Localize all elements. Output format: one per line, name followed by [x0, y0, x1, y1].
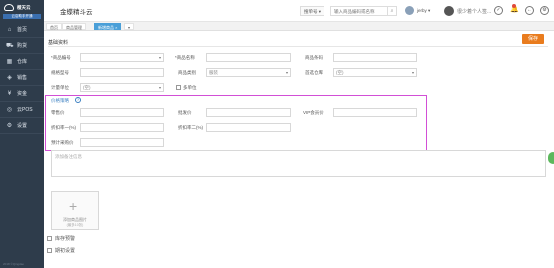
label-spec: 规格型号: [51, 70, 69, 75]
sidebar-item-purchase[interactable]: ⛟ 购货: [0, 38, 44, 54]
search-icon[interactable]: ⌕: [387, 6, 397, 16]
price-strategy-title: 价格策略: [51, 98, 69, 103]
stock-alert-checkbox[interactable]: [47, 236, 52, 241]
label-multi-unit: 多单位: [183, 85, 197, 90]
category-select[interactable]: 服装 ▾: [206, 68, 291, 77]
sidebar-item-warehouse[interactable]: ▦ 仓库: [0, 54, 44, 70]
side-toggle-button[interactable]: [548, 152, 554, 164]
wholesale-price-field[interactable]: [206, 108, 291, 117]
stock-alert-label: 库存预警: [55, 236, 76, 242]
vip-price-field[interactable]: [333, 108, 417, 117]
product-code-field[interactable]: ▾: [80, 53, 164, 62]
plus-icon: +: [69, 198, 78, 214]
top-bar: 金蝶精斗云 搜单号 ▾ ⌕ jerby ▾ 很少着个人签... ✓ 🔔 ← ⚙: [44, 0, 554, 22]
label-retail-price: 零售价: [51, 110, 65, 115]
sidebar-item-settings[interactable]: ⚙ 设置: [0, 118, 44, 134]
activate-assistant-link[interactable]: 云店助手开通: [3, 14, 41, 19]
brand-name: 橙天云: [17, 5, 31, 10]
purchase-price-field[interactable]: [80, 138, 164, 147]
notification-dot: [512, 4, 516, 8]
sidebar-item-label: 资金: [17, 91, 28, 97]
unit-select[interactable]: (空) ▾: [80, 83, 164, 92]
retail-price-field[interactable]: [80, 108, 164, 117]
label-discount-2: 折扣率二(%): [178, 125, 203, 130]
default-warehouse-select[interactable]: (空) ▾: [333, 68, 417, 77]
discount-1-field[interactable]: [80, 123, 164, 132]
sidebar: 橙天云 云店助手开通 ⌂ 首页 ⛟ 购货 ▦ 仓库 ◈ 销售 ¥ 资金 ◎ 云P…: [0, 0, 44, 268]
signature-avatar[interactable]: [444, 6, 454, 16]
tab-home[interactable]: 首页: [46, 23, 62, 30]
tab-product-manage[interactable]: 商品管理: [62, 23, 86, 30]
search-type-select[interactable]: 搜单号 ▾: [300, 6, 325, 16]
label-product-name: *商品名称: [175, 55, 195, 60]
signature-text[interactable]: 很少着个人签...: [457, 8, 491, 15]
add-image-button[interactable]: + 添加商品图片 (最多10张): [51, 191, 99, 230]
label-default-warehouse: 首选仓库: [305, 70, 323, 75]
add-image-hint: (最多10张): [66, 223, 84, 227]
discount-2-field[interactable]: [206, 123, 291, 132]
tab-new-product[interactable]: 新增商品 ×: [94, 23, 122, 30]
tab-more-dropdown[interactable]: ▾: [124, 23, 135, 30]
sidebar-footer: 2018 ©Qingdao: [3, 262, 25, 266]
label-category: 商品类别: [178, 70, 196, 75]
spec-field[interactable]: [80, 68, 164, 77]
pos-icon: ◎: [6, 107, 13, 113]
initial-setup-option[interactable]: 期初设置: [47, 247, 75, 254]
remark-textarea[interactable]: 添加备注信息: [51, 150, 546, 177]
label-purchase-price: 预计采购价: [51, 140, 74, 145]
save-button[interactable]: 保存: [522, 34, 544, 44]
sidebar-item-label: 首页: [17, 27, 28, 33]
sidebar-item-label: 购货: [17, 43, 28, 49]
cloud-logo-icon: [4, 4, 14, 11]
label-barcode: 商品条码: [305, 55, 323, 60]
sales-icon: ◈: [7, 75, 12, 81]
barcode-field[interactable]: [333, 53, 417, 62]
sidebar-item-pos[interactable]: ◎ 云POS: [0, 102, 44, 118]
label-discount-1: 折扣率一(%): [51, 125, 76, 130]
sidebar-item-funds[interactable]: ¥ 资金: [0, 86, 44, 102]
settings-icon: ⚙: [6, 123, 13, 129]
tab-bar: 首页 商品管理 新增商品 × ▾: [44, 22, 554, 31]
logo: 橙天云 云店助手开通: [0, 0, 44, 22]
money-icon: ¥: [7, 90, 12, 97]
warehouse-icon: ▦: [6, 59, 13, 65]
product-name-field[interactable]: [206, 53, 291, 62]
sidebar-item-label: 销售: [17, 75, 28, 81]
label-wholesale-price: 批发价: [178, 110, 192, 115]
divider: [48, 46, 548, 47]
initial-setup-label: 期初设置: [55, 248, 76, 254]
back-icon[interactable]: ←: [525, 6, 534, 15]
sidebar-item-home[interactable]: ⌂ 首页: [0, 22, 44, 38]
app-title: 金蝶精斗云: [60, 9, 93, 16]
label-unit: 计量单位: [51, 85, 69, 90]
cart-icon: ⛟: [6, 42, 14, 49]
initial-setup-checkbox[interactable]: [47, 248, 52, 253]
search-input[interactable]: [330, 6, 388, 16]
sidebar-item-sales[interactable]: ◈ 销售: [0, 70, 44, 86]
avatar[interactable]: [405, 6, 414, 15]
label-product-code: *商品编号: [51, 55, 71, 60]
stock-alert-option[interactable]: 库存预警: [47, 235, 75, 242]
label-vip-price: VIP会员价: [303, 110, 324, 115]
help-icon[interactable]: ?: [75, 97, 81, 103]
multi-unit-checkbox[interactable]: [176, 85, 181, 90]
sidebar-item-label: 仓库: [17, 59, 28, 65]
home-icon: ⌂: [7, 26, 12, 33]
sidebar-item-label: 设置: [17, 123, 28, 129]
check-icon[interactable]: ✓: [494, 6, 503, 15]
section-title: 基础资料: [48, 40, 69, 46]
sidebar-item-label: 云POS: [17, 107, 33, 113]
gear-icon[interactable]: ⚙: [540, 6, 549, 15]
user-name[interactable]: jerby ▾: [417, 8, 430, 14]
